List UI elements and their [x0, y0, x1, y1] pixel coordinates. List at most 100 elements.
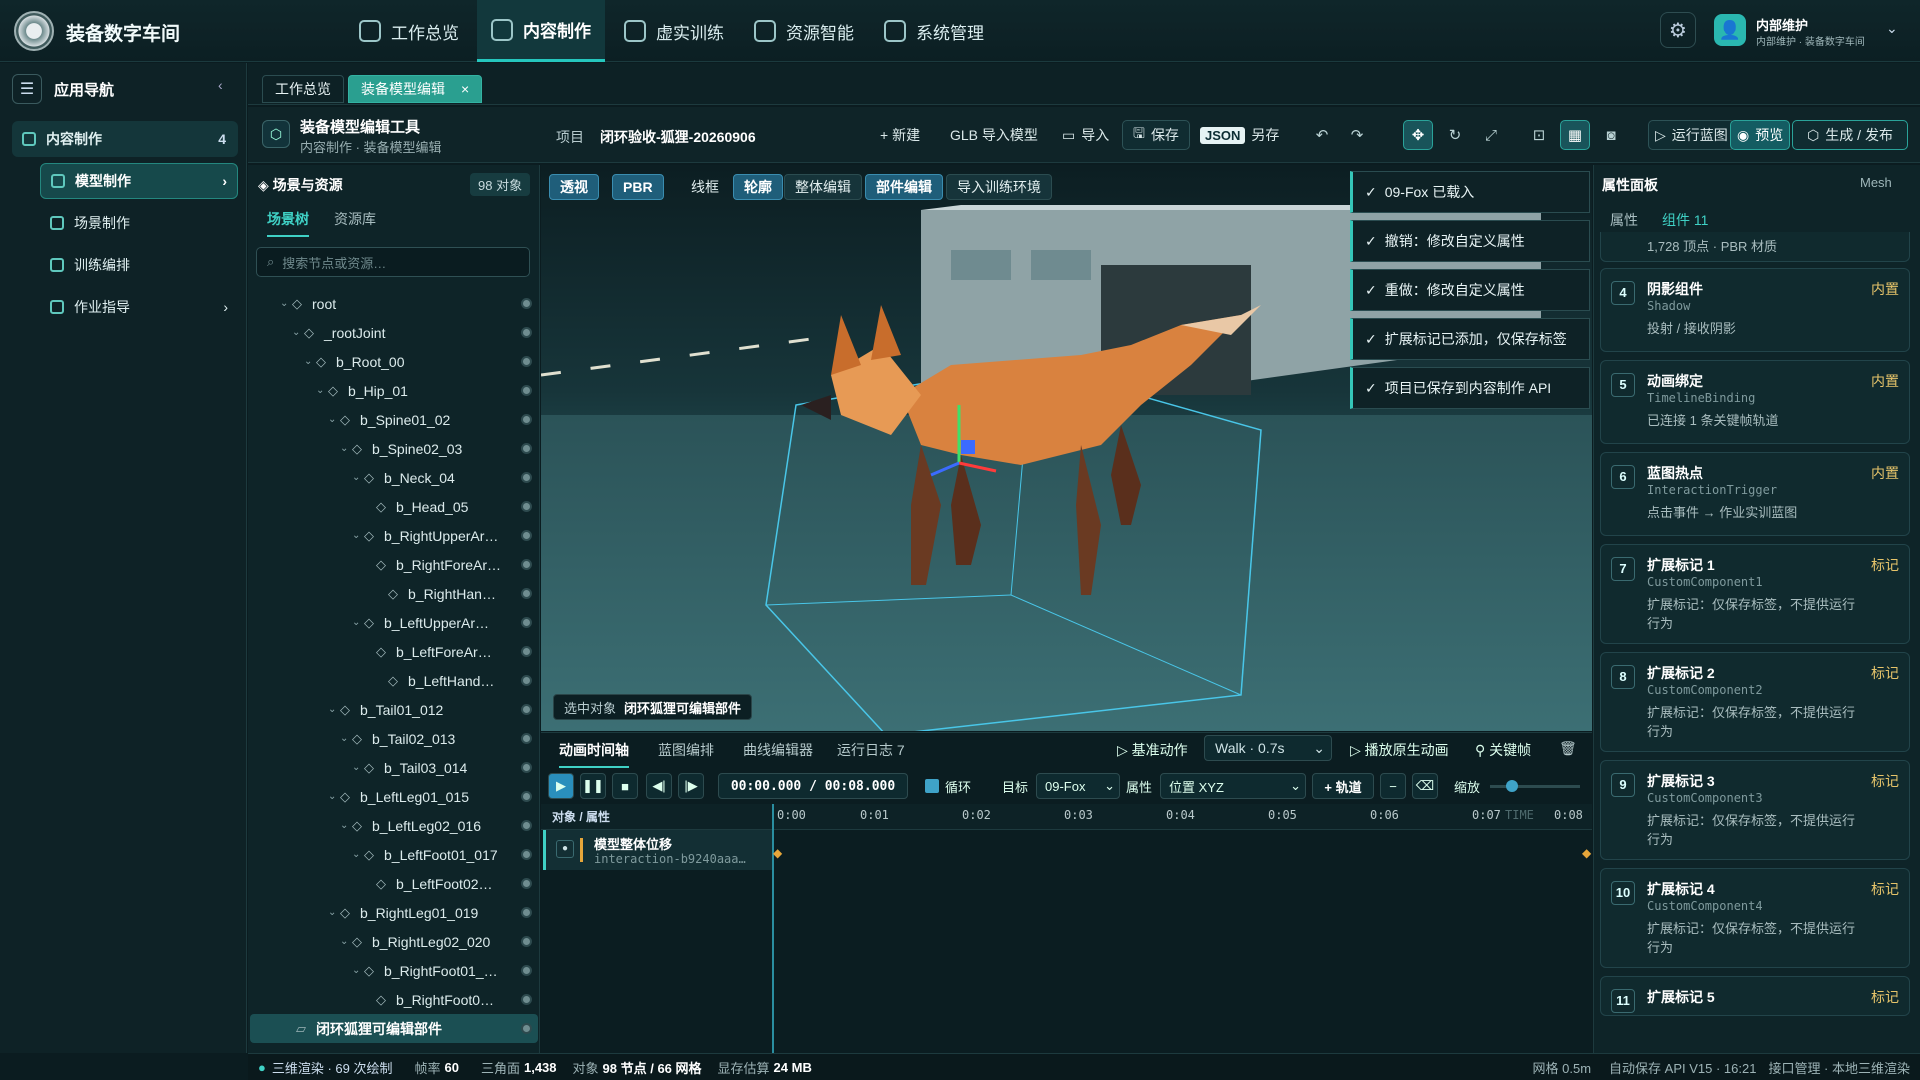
- tree-node[interactable]: ⌄ ◇ b_RightFoot01_…: [250, 956, 538, 985]
- chevron-down-icon[interactable]: ⌄: [328, 414, 340, 425]
- visibility-icon[interactable]: [521, 588, 532, 599]
- keyframe-button[interactable]: ⚲ 关键帧: [1475, 740, 1531, 766]
- remove-track-button[interactable]: −: [1380, 773, 1406, 799]
- tree-node[interactable]: ⌄ ◇ b_Root_00: [250, 347, 538, 376]
- nav-overview[interactable]: 工作总览: [345, 0, 473, 62]
- tree-node[interactable]: ◇ b_LeftFoot02…: [250, 869, 538, 898]
- chevron-down-icon[interactable]: ⌄: [328, 704, 340, 715]
- nav-training[interactable]: 虚实训练: [610, 0, 738, 62]
- visibility-icon[interactable]: [521, 617, 532, 628]
- tree-node[interactable]: ⌄ ◇ b_Tail01_012: [250, 695, 538, 724]
- visibility-icon[interactable]: [521, 443, 532, 454]
- tab-blueprint[interactable]: 蓝图编排: [658, 740, 714, 766]
- component-card[interactable]: 10 扩展标记 4 标记 CustomComponent4 扩展标记：仅保存标签，不提供…: [1600, 868, 1910, 968]
- tab-curve-editor[interactable]: 曲线编辑器: [743, 740, 813, 766]
- run-blueprint-button[interactable]: ▷ 运行蓝图: [1648, 120, 1735, 150]
- import-model-button[interactable]: GLB 导入模型: [950, 120, 1038, 150]
- visibility-icon[interactable]: [521, 501, 532, 512]
- mode-outline[interactable]: 轮廓: [733, 174, 783, 200]
- visibility-icon[interactable]: [521, 327, 532, 338]
- visibility-icon[interactable]: [521, 820, 532, 831]
- preview-button[interactable]: ◉ 预览: [1730, 120, 1791, 150]
- nav-resources[interactable]: 资源智能: [740, 0, 868, 62]
- component-card[interactable]: 8 扩展标记 2 标记 CustomComponent2 扩展标记：仅保存标签，不提供运…: [1600, 652, 1910, 752]
- undo-icon[interactable]: ↶: [1307, 120, 1337, 150]
- playhead[interactable]: [772, 804, 774, 1053]
- play-button[interactable]: ▶: [548, 773, 574, 799]
- visibility-icon[interactable]: [521, 298, 532, 309]
- add-track-button[interactable]: + 轨道: [1312, 773, 1374, 799]
- sidebar-item-model[interactable]: 模型制作 ›: [40, 163, 238, 199]
- mode-whole-edit[interactable]: 整体编辑: [784, 174, 862, 200]
- visibility-icon[interactable]: [521, 414, 532, 425]
- tree-node[interactable]: ⌄ ◇ b_RightLeg01_019: [250, 898, 538, 927]
- component-card[interactable]: 5 动画绑定 内置 TimelineBinding 已连接 1 条关键帧轨道: [1600, 360, 1910, 444]
- tree-node[interactable]: ▱ 闭环狐狸可编辑部件: [250, 1014, 538, 1043]
- nav-system[interactable]: 系统管理: [870, 0, 998, 62]
- chevron-down-icon[interactable]: ⌄: [328, 791, 340, 802]
- close-icon[interactable]: ×: [461, 81, 469, 97]
- tree-node[interactable]: ◇ b_RightFoot0…: [250, 985, 538, 1014]
- visibility-icon[interactable]: [521, 530, 532, 541]
- visibility-icon[interactable]: [521, 762, 532, 773]
- tree-node[interactable]: ◇ b_Head_05: [250, 492, 538, 521]
- tree-node[interactable]: ⌄ ◇ b_RightUpperAr…: [250, 521, 538, 550]
- sidebar-section-content[interactable]: 内容制作 4: [12, 121, 238, 157]
- import-training-env-button[interactable]: 导入训练环境: [946, 174, 1052, 200]
- pause-button[interactable]: ❚❚: [580, 773, 606, 799]
- tree-node[interactable]: ⌄ ◇ b_Tail03_014: [250, 753, 538, 782]
- base-action-button[interactable]: ▷ 基准动作: [1117, 740, 1188, 766]
- zoom-slider[interactable]: [1490, 780, 1580, 792]
- track-row[interactable]: ● 模型整体位移 interaction-b9240aaa…: [543, 830, 773, 870]
- menu-icon[interactable]: ☰: [12, 74, 42, 104]
- chevron-down-icon[interactable]: ⌄: [304, 356, 316, 367]
- save-button[interactable]: 🖫 保存: [1122, 120, 1190, 150]
- avatar[interactable]: 👤: [1714, 14, 1746, 46]
- loop-checkbox[interactable]: 循环: [925, 773, 971, 799]
- visibility-icon[interactable]: [521, 878, 532, 889]
- tree-node[interactable]: ⌄ ◇ b_LeftLeg01_015: [250, 782, 538, 811]
- visibility-icon[interactable]: [521, 994, 532, 1005]
- tree-node[interactable]: ⌄ ◇ b_LeftFoot01_017: [250, 840, 538, 869]
- chevron-down-icon[interactable]: ⌄: [352, 530, 364, 541]
- import-button[interactable]: ▭ 导入: [1062, 120, 1109, 150]
- chevron-down-icon[interactable]: ⌄: [280, 298, 292, 309]
- visibility-icon[interactable]: [521, 356, 532, 367]
- mode-perspective[interactable]: 透视: [549, 174, 599, 200]
- save-as-button[interactable]: JSON 另存: [1200, 120, 1279, 150]
- sidebar-item-scene[interactable]: 场景制作: [40, 205, 238, 241]
- search-input[interactable]: ⌕ 搜索节点或资源…: [256, 247, 530, 277]
- scale-icon[interactable]: ⤢: [1476, 120, 1506, 150]
- next-frame-button[interactable]: |▶: [678, 773, 704, 799]
- chevron-down-icon[interactable]: ⌄: [328, 907, 340, 918]
- mode-pbr[interactable]: PBR: [612, 174, 664, 200]
- move-icon[interactable]: ✥: [1403, 120, 1433, 150]
- chevron-down-icon[interactable]: ⌄: [1886, 20, 1898, 37]
- tab-timeline[interactable]: 动画时间轴: [559, 740, 629, 768]
- tab-overview[interactable]: 工作总览: [262, 75, 344, 103]
- camera-icon[interactable]: ◙: [1596, 120, 1626, 150]
- chevron-down-icon[interactable]: ⌄: [352, 472, 364, 483]
- tree-node[interactable]: ⌄ ◇ b_LeftLeg02_016: [250, 811, 538, 840]
- prev-frame-button[interactable]: ◀|: [646, 773, 672, 799]
- clip-select[interactable]: Walk · 0.7s ⌄: [1204, 735, 1332, 761]
- tab-scene-tree[interactable]: 场景树: [267, 209, 309, 237]
- erase-icon[interactable]: ⌫: [1412, 773, 1438, 799]
- chevron-down-icon[interactable]: ⌄: [340, 820, 352, 831]
- chevron-down-icon[interactable]: ⌄: [292, 327, 304, 338]
- visibility-icon[interactable]: [521, 733, 532, 744]
- trash-icon[interactable]: 🗑: [1559, 740, 1577, 763]
- visibility-icon[interactable]: [521, 1023, 532, 1034]
- component-card[interactable]: 6 蓝图热点 内置 InteractionTrigger 点击事件 → 作业实训蓝图: [1600, 452, 1910, 536]
- sidebar-item-training[interactable]: 训练编排: [40, 247, 238, 283]
- chevron-down-icon[interactable]: ⌄: [352, 965, 364, 976]
- new-button[interactable]: + 新建: [880, 120, 920, 150]
- sidebar-item-guide[interactable]: 作业指导 ›: [40, 289, 238, 325]
- chevron-down-icon[interactable]: ⌄: [340, 936, 352, 947]
- chevron-down-icon[interactable]: ⌄: [316, 385, 328, 396]
- visibility-icon[interactable]: [521, 849, 532, 860]
- visibility-icon[interactable]: [521, 791, 532, 802]
- chevron-down-icon[interactable]: ⌄: [340, 733, 352, 744]
- visibility-icon[interactable]: [521, 936, 532, 947]
- visibility-icon[interactable]: [521, 704, 532, 715]
